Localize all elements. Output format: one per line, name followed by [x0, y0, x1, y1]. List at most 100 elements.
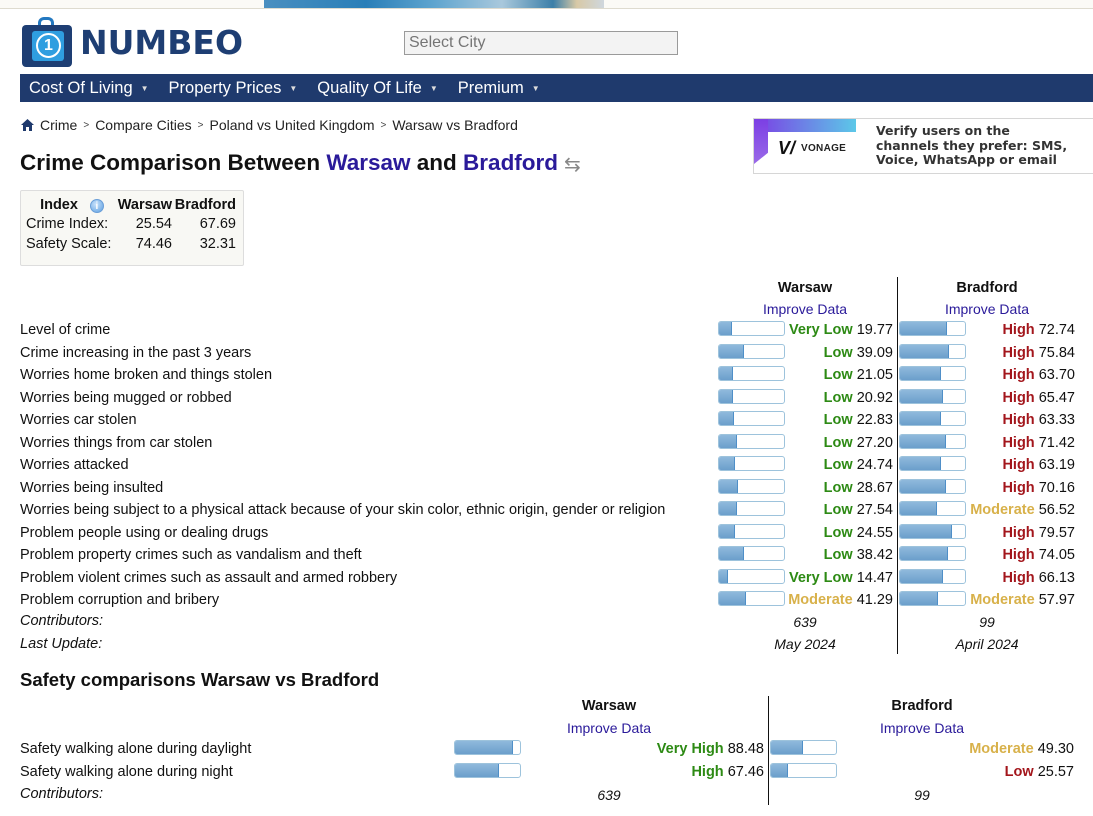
swap-cities-icon[interactable]: ⇆ [564, 152, 581, 177]
warsaw-level: Low [823, 525, 853, 541]
nav-property-prices[interactable]: Property Prices ▼ [159, 79, 308, 98]
improve-data-warsaw[interactable]: Improve Data [519, 720, 699, 736]
bradford-level: High [1002, 322, 1035, 338]
breadcrumb-current: Warsaw vs Bradford [392, 117, 518, 133]
bradford-bar-fill [900, 570, 943, 583]
warsaw-bar-fill [719, 502, 737, 515]
warsaw-number: 38.42 [856, 547, 893, 563]
breadcrumb-separator: > [83, 119, 90, 131]
contributors-label: Contributors: [20, 786, 104, 802]
bradford-bar-fill [900, 502, 937, 515]
caret-down-icon: ▼ [531, 83, 540, 93]
bradford-safety-scale: 32.31 [199, 236, 236, 252]
warsaw-level: Low [823, 390, 853, 406]
index-row: Crime Index: 25.54 67.69 [26, 214, 236, 234]
numbeo-logo[interactable]: 1 NUMBEO [22, 14, 243, 70]
bradford-number: 71.42 [1038, 435, 1075, 451]
bradford-bar-fill [900, 390, 943, 403]
breadcrumb-crime[interactable]: Crime [40, 117, 77, 133]
nav-cost-of-living[interactable]: Cost Of Living ▼ [20, 79, 159, 98]
warsaw-bar [454, 740, 521, 755]
warsaw-number: 39.09 [856, 345, 893, 361]
bradford-level: Moderate [969, 741, 1034, 757]
col-header-bradford: Bradford [891, 698, 953, 714]
main-nav: Cost Of Living ▼ Property Prices ▼ Quality… [20, 74, 1093, 102]
bradford-header: Bradford [174, 197, 236, 213]
bradford-value: High 71.42 [940, 435, 1075, 451]
bradford-value: Low 25.57 [910, 764, 1074, 780]
warsaw-number: 88.48 [727, 741, 764, 757]
warsaw-bar-fill [719, 412, 734, 425]
bradford-value: Moderate 49.30 [910, 741, 1074, 757]
bradford-value: High 63.70 [940, 367, 1075, 383]
safety-row-label: Safety walking alone during daylight [20, 741, 252, 757]
bradford-bar [770, 763, 837, 778]
ad-copy-line: Voice, WhatsApp or email [876, 152, 1057, 167]
contributors-label: Contributors: [20, 613, 104, 629]
index-summary-box: Index i Warsaw Bradford Crime Index: 25.5… [20, 190, 244, 266]
warsaw-value: Low 28.67 [760, 480, 893, 496]
bradford-value: High 66.13 [940, 570, 1075, 586]
bradford-crime-index: 67.69 [199, 216, 236, 232]
home-icon[interactable] [21, 119, 34, 131]
warsaw-bar-fill [719, 480, 738, 493]
bradford-value: High 63.33 [940, 412, 1075, 428]
warsaw-crime-index: 25.54 [135, 216, 172, 232]
warsaw-number: 67.46 [727, 764, 764, 780]
warsaw-value: Low 24.74 [760, 457, 893, 473]
improve-data-bradford[interactable]: Improve Data [897, 301, 1077, 317]
warsaw-bar-fill [719, 525, 735, 538]
bradford-value: High 63.19 [940, 457, 1075, 473]
bradford-number: 56.52 [1038, 502, 1075, 518]
warsaw-safety-scale: 74.46 [135, 236, 172, 252]
col-header-warsaw: Warsaw [777, 280, 833, 296]
crime-row-label: Worries home broken and things stolen [20, 367, 273, 383]
bradford-level: Low [1004, 764, 1034, 780]
warsaw-number: 24.74 [856, 457, 893, 473]
crime-row-label: Worries being insulted [20, 480, 164, 496]
warsaw-value: Low 27.54 [760, 502, 893, 518]
bradford-value: High 75.84 [940, 345, 1075, 361]
warsaw-number: 27.54 [856, 502, 893, 518]
select-city-input[interactable] [404, 31, 678, 55]
index-table: Index i Warsaw Bradford Crime Index: 25.5… [26, 196, 236, 254]
warsaw-level: Very High [656, 741, 724, 757]
warsaw-value: Very Low 14.47 [760, 570, 893, 586]
crime-row-label: Worries being mugged or robbed [20, 390, 232, 406]
improve-data-warsaw[interactable]: Improve Data [715, 301, 895, 317]
nav-premium[interactable]: Premium ▼ [448, 79, 550, 98]
ad-copy-line: channels they prefer: SMS, [876, 137, 1068, 153]
warsaw-level: Low [823, 502, 853, 518]
bradford-level: High [1002, 547, 1035, 563]
bradford-value: High 72.74 [940, 322, 1075, 338]
bradford-level: High [1002, 367, 1035, 383]
bradford-number: 63.19 [1038, 457, 1075, 473]
bradford-level: High [1002, 412, 1035, 428]
column-divider [897, 277, 898, 654]
warsaw-level: Moderate [788, 592, 853, 608]
col-header-bradford: Bradford [956, 280, 1018, 296]
warsaw-level: Low [823, 547, 853, 563]
breadcrumb-separator: > [197, 119, 204, 131]
bradford-contributors: 99 [979, 614, 995, 630]
ad-brand: VONAGE [801, 143, 847, 154]
index-header-label: Index [40, 197, 78, 213]
bradford-level: High [1002, 570, 1035, 586]
city2-link[interactable]: Bradford [463, 150, 558, 175]
index-header: Index i [26, 196, 114, 214]
nav-quality-of-life[interactable]: Quality Of Life ▼ [307, 79, 447, 98]
improve-data-bradford[interactable]: Improve Data [832, 720, 1012, 736]
warsaw-number: 20.92 [856, 390, 893, 406]
bradford-level: High [1002, 435, 1035, 451]
bradford-number: 66.13 [1038, 570, 1075, 586]
top-ad-image[interactable] [264, 0, 604, 8]
breadcrumb-compare-cities[interactable]: Compare Cities [95, 117, 191, 133]
bradford-value: High 65.47 [940, 390, 1075, 406]
crime-row-label: Problem violent crimes such as assault a… [20, 570, 398, 586]
city1-link[interactable]: Warsaw [326, 150, 410, 175]
breadcrumb-countries[interactable]: Poland vs United Kingdom [210, 117, 375, 133]
crime-row-label: Worries things from car stolen [20, 435, 213, 451]
bradford-bar-fill [900, 367, 942, 380]
vonage-ad[interactable]: V/ VONAGE Verify users on the channels t… [753, 118, 1093, 174]
info-icon[interactable]: i [89, 199, 104, 213]
